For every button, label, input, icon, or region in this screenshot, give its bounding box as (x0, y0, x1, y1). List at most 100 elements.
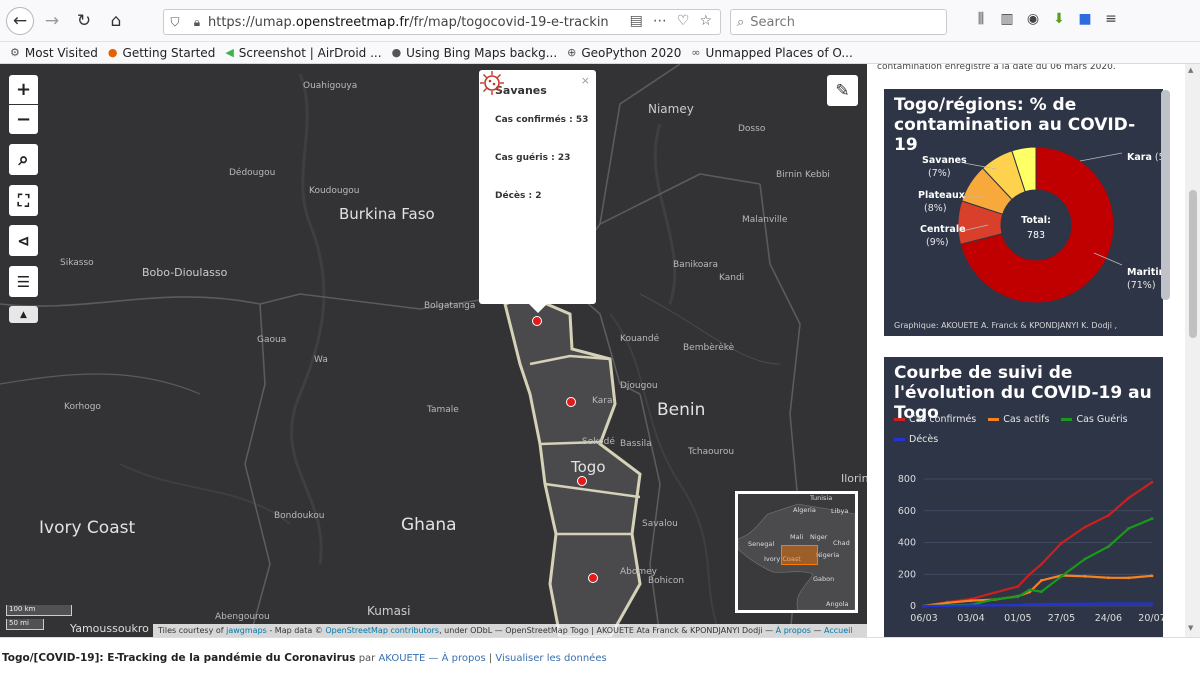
region-marker-plateaux[interactable] (588, 573, 598, 583)
data-layers-button[interactable]: ☰ (9, 266, 38, 297)
data-point (1039, 590, 1043, 594)
map-label-togo: Togo (571, 458, 606, 476)
search-input[interactable]: ⌕ Search (730, 9, 947, 35)
view-data-link[interactable]: Visualiser les données (495, 653, 606, 664)
y-tick-label: 800 (898, 474, 916, 485)
library-icon[interactable]: ⫼ (972, 11, 990, 27)
bookmarks-bar: ⚙ Most Visited ● Getting Started ◀ Screensh… (0, 42, 1200, 64)
reload-button[interactable]: ↻ (70, 7, 98, 35)
scroll-thumb[interactable] (1189, 190, 1197, 338)
legend-item[interactable]: Cas Guéris (1061, 414, 1128, 425)
menu-icon[interactable]: ≡ (1102, 11, 1120, 27)
extension-icon[interactable]: ⬇ (1050, 11, 1068, 27)
data-point (1083, 602, 1087, 606)
account-icon[interactable]: ◉ (1024, 11, 1042, 27)
page-actions-icon[interactable]: ⋯ (653, 13, 667, 29)
github-icon: ● (391, 46, 402, 59)
popup-confirmed: Cas confirmés : 53 (495, 115, 589, 125)
reader-view-icon[interactable]: ▤ (630, 13, 643, 29)
map-label-tamale: Tamale (427, 405, 459, 415)
y-tick-label: 0 (910, 601, 916, 612)
side-panel[interactable]: contamination enregistré à la date du 06… (867, 64, 1185, 637)
map-label-wa: Wa (314, 355, 328, 365)
pie-label-savanes: Savanes (7%) (922, 155, 967, 179)
pie-chart-card: Togo/régions: % de contamination au COVI… (884, 89, 1163, 336)
zoom-out-button[interactable]: − (9, 105, 38, 134)
map-label-sikasso: Sikasso (60, 258, 94, 268)
zoom-in-button[interactable]: + (9, 75, 38, 104)
pie-total-value: 783 (1027, 230, 1045, 241)
bookmark-star-icon[interactable]: ☆ (699, 13, 712, 29)
y-tick-label: 400 (898, 538, 916, 549)
legend-item[interactable]: Cas actifs (988, 414, 1049, 425)
forward-button[interactable]: → (38, 7, 66, 35)
osm-contributors-link[interactable]: OpenStreetMap contributors (325, 626, 439, 635)
bookmark-item[interactable]: ⊕ GeoPython 2020 (567, 46, 681, 60)
collapse-controls-button[interactable]: ▲ (9, 306, 38, 323)
pie-leader-line (1079, 152, 1123, 162)
bookmark-item[interactable]: ● Getting Started (108, 46, 215, 60)
minimap[interactable]: Tunisia Algeria Libya Mali Niger Senegal… (735, 491, 858, 613)
jawgmaps-link[interactable]: jawgmaps (226, 626, 267, 635)
bookmark-item[interactable]: ⚙ Most Visited (10, 46, 98, 60)
pocket-icon[interactable]: ♡ (677, 13, 690, 29)
map-label-djougou: Djougou (620, 381, 658, 391)
bookmark-item[interactable]: ● Using Bing Maps backg... (392, 46, 558, 60)
data-point (1150, 480, 1154, 484)
share-button[interactable]: ⊲ (9, 225, 38, 256)
home-button[interactable]: ⌂ (102, 7, 130, 35)
data-point (1060, 574, 1063, 578)
about-map-link[interactable]: — À propos (425, 653, 485, 664)
map-label-birnin-kebbi: Birnin Kebbi (776, 170, 830, 180)
series-line (923, 481, 1153, 607)
popup-close-button[interactable]: × (581, 74, 590, 87)
scale-km: 100 km (6, 605, 72, 616)
sidebar-icon[interactable]: ▥ (998, 11, 1016, 27)
map-label-abomey: Abomey (620, 567, 658, 577)
pie-chart-credit: Graphique: AKOUETE A. Franck & KPONDJANY… (894, 321, 1118, 330)
minimap-label: Gabon (813, 575, 835, 583)
map-label-bondoukou: Bondoukou (274, 511, 325, 521)
app: ← → ↻ ⌂ ⛉ 🔒︎ https://umap.openstreetmap.… (0, 0, 1200, 675)
shield-icon: ⛉ (170, 14, 180, 29)
x-tick-label: 06/03 (910, 613, 937, 624)
back-button[interactable]: ← (6, 6, 34, 35)
fullscreen-button[interactable]: ⛶ (9, 185, 38, 216)
region-marker-kara[interactable] (566, 397, 576, 407)
bookmark-item[interactable]: ∞ Unmapped Places of O... (691, 46, 852, 60)
minimap-viewport[interactable] (781, 545, 818, 565)
data-point (1083, 525, 1087, 529)
minimap-label: Senegal (748, 540, 775, 548)
scroll-down-icon[interactable]: ▼ (1188, 624, 1193, 632)
popup-recovered: Cas guéris : 23 (495, 153, 571, 163)
data-point (1016, 595, 1020, 599)
scroll-up-icon[interactable]: ▲ (1188, 66, 1193, 74)
search-location-button[interactable]: ⌕ (9, 144, 38, 175)
edit-map-button[interactable]: ✎ (827, 75, 858, 106)
zoom-extension-icon[interactable]: ■ (1076, 11, 1094, 27)
gear-icon: ⚙ (10, 46, 20, 59)
address-bar[interactable]: ⛉ 🔒︎ https://umap.openstreetmap.fr/fr/ma… (163, 9, 721, 35)
map-canvas[interactable]: Niamey Dosso Ouahigouya Dédougou Koudoug… (0, 64, 867, 637)
x-tick-label: 01/05 (1004, 613, 1031, 624)
home-link[interactable]: Accueil (824, 626, 853, 635)
map-label-savalou: Savalou (642, 519, 678, 529)
pie-label-plateaux: Plateaux (8%) (918, 190, 965, 214)
map-label-kouande: Kouandé (620, 334, 660, 344)
author-link[interactable]: AKOUETE (378, 653, 425, 664)
region-marker-centrale[interactable] (577, 476, 587, 486)
bookmark-item[interactable]: ◀ Screenshot | AirDroid ... (225, 46, 381, 60)
data-point (1127, 527, 1130, 530)
share-icon: ⊲ (17, 231, 30, 250)
panel-scrollbar[interactable] (1161, 90, 1170, 300)
page-scrollbar[interactable]: ▲ ▼ (1185, 64, 1200, 637)
map-label-bolgatanga: Bolgatanga (424, 301, 476, 311)
legend-item[interactable]: Cas confirmés (894, 414, 976, 425)
about-link[interactable]: À propos (776, 626, 811, 635)
region-marker-savanes[interactable] (532, 316, 542, 326)
map-label-ghana: Ghana (401, 515, 457, 535)
legend-item[interactable]: Décès (894, 434, 938, 445)
search-icon: ⌕ (18, 149, 29, 170)
data-point (1028, 588, 1032, 592)
data-point (993, 597, 996, 601)
